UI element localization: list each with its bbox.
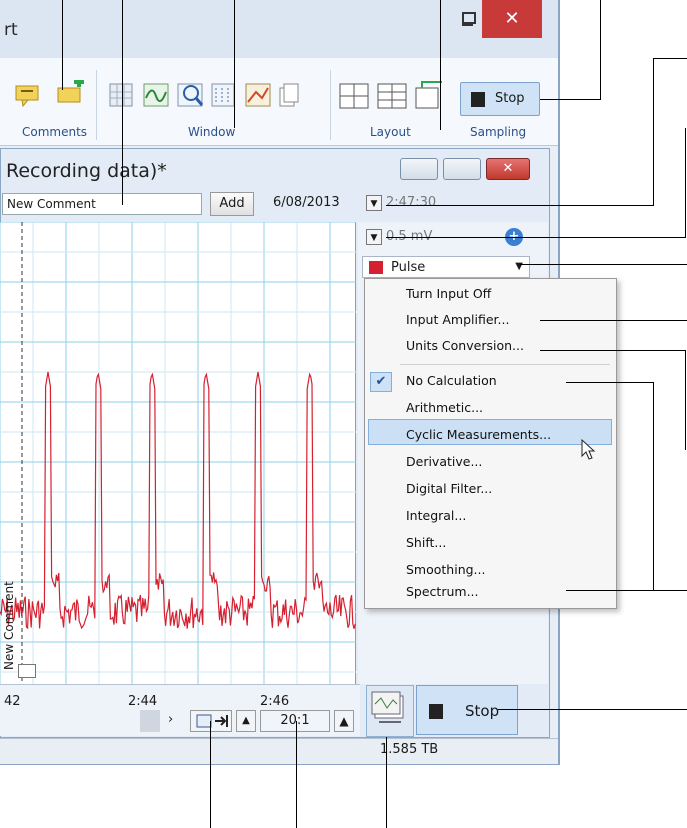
stop-sampling-button[interactable]: Stop [416, 685, 518, 735]
plot-comment-marker: New Comment [2, 581, 16, 670]
zoom-fit-button[interactable] [190, 710, 232, 732]
range-dropdown[interactable]: ▼ [366, 229, 382, 245]
menu-item-turn-input-off[interactable]: Turn Input Off [406, 286, 491, 301]
scrollbar-thumb[interactable] [140, 710, 160, 732]
zoom-fit-icon [196, 714, 228, 728]
menu-item-shift[interactable]: Shift... [406, 535, 446, 550]
disk-space: 1.585 TB [380, 742, 439, 757]
stop-icon [471, 92, 485, 107]
mouse-cursor-icon [581, 438, 596, 460]
time-dropdown[interactable]: ▼ [366, 195, 382, 211]
comment-icon [15, 85, 39, 108]
group-label-comments: Comments [22, 125, 88, 139]
comment-input[interactable]: New Comment [2, 193, 202, 215]
menu-item-cyclic-measurements[interactable]: Cyclic Measurements... [406, 427, 551, 442]
group-label-sampling: Sampling [470, 125, 527, 139]
pulse-waveform [0, 371, 356, 630]
menu-item-no-calculation[interactable]: No Calculation [406, 373, 497, 388]
comment-icons[interactable] [14, 80, 94, 110]
chevron-down-icon: ▼ [515, 261, 523, 272]
doc-close-button[interactable]: ✕ [486, 158, 530, 180]
menu-item-units-conversion[interactable]: Units Conversion... [406, 338, 524, 353]
group-label-layout: Layout [370, 125, 411, 139]
divider [96, 70, 97, 140]
add-comment-button[interactable]: Add [210, 192, 254, 216]
recording-time: 2:47:30 [386, 195, 437, 210]
waveform-svg [0, 221, 356, 684]
doc-maximize-button[interactable] [443, 158, 481, 180]
sampler-icon [371, 691, 404, 723]
sampler-button[interactable] [366, 685, 414, 737]
time-tick: 42 [4, 694, 21, 709]
channel-name: Pulse [391, 260, 426, 275]
document-title: Recording data)* [6, 160, 167, 182]
layout-icons[interactable] [338, 80, 448, 112]
menu-item-digital-filter[interactable]: Digital Filter... [406, 481, 492, 496]
maximize-button[interactable] [462, 12, 476, 24]
scroll-right-button[interactable]: › [168, 712, 180, 727]
divider [330, 70, 331, 140]
menu-separator [400, 364, 610, 365]
window-icons[interactable] [108, 80, 303, 112]
stop-label: Stop [465, 702, 500, 720]
recording-date: 6/08/2013 [273, 195, 340, 210]
menu-item-input-amplifier[interactable]: Input Amplifier... [406, 312, 509, 327]
status-bar [0, 738, 558, 764]
app-title: rt [4, 20, 18, 40]
channel-function-popup[interactable]: Pulse ▼ [362, 256, 530, 278]
stop-label: Stop [495, 91, 525, 106]
channel-color-swatch [369, 261, 383, 274]
expand-button[interactable]: ▲ [334, 710, 354, 732]
menu-item-arithmetic[interactable]: Arithmetic... [406, 400, 483, 415]
menu-item-integral[interactable]: Integral... [406, 508, 466, 523]
time-tick: 2:46 [260, 694, 290, 709]
chart-plot[interactable] [0, 221, 356, 684]
menu-item-smoothing[interactable]: Smoothing... [406, 562, 485, 577]
compress-button[interactable]: ▲ [236, 710, 256, 732]
stop-icon [429, 704, 443, 719]
zoom-ratio[interactable]: 20:1 [260, 710, 330, 732]
doc-minimize-button[interactable] [400, 158, 438, 180]
group-label-window: Window [188, 125, 236, 139]
close-button[interactable]: ✕ [482, 0, 542, 38]
menu-item-spectrum[interactable]: Spectrum... [406, 584, 479, 599]
menu-item-derivative[interactable]: Derivative... [406, 454, 482, 469]
time-tick: 2:44 [128, 694, 158, 709]
stop-sampling-button[interactable]: Stop [460, 82, 540, 116]
comment-flag[interactable] [18, 664, 36, 678]
